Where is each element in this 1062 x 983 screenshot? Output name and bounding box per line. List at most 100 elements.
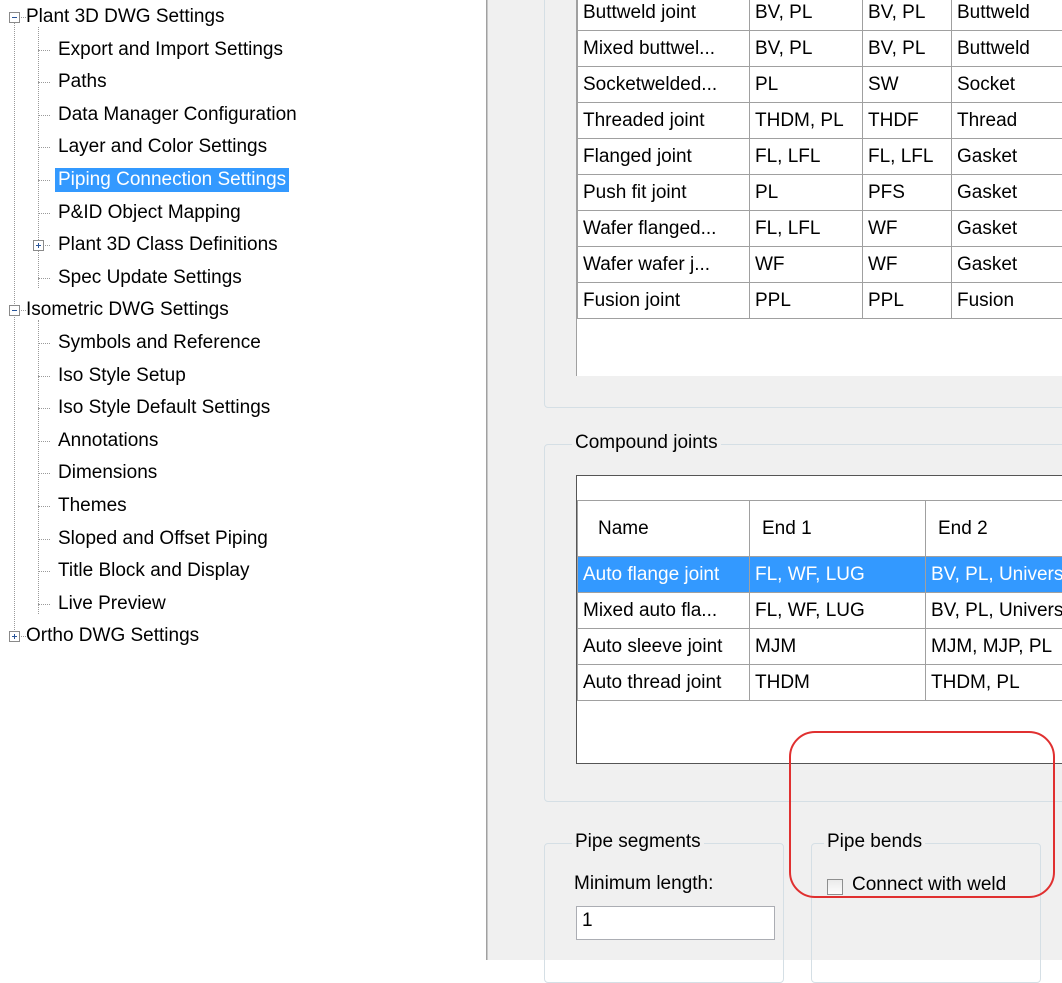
highlight-ring [789, 731, 1055, 898]
tree-item[interactable]: Paths [55, 69, 110, 95]
compound-joints-grid[interactable]: Name End 1 End 2 Auto flange jointFL, WF… [576, 475, 1062, 764]
table-cell[interactable]: Gasket [952, 175, 1062, 211]
expand-icon[interactable] [9, 631, 20, 642]
table-cell[interactable]: SW [863, 67, 952, 103]
table-row[interactable]: Auto thread jointTHDMTHDM, PL [578, 665, 1062, 701]
collapse-icon[interactable] [9, 305, 20, 316]
tree-item[interactable]: Iso Style Default Settings [55, 395, 273, 421]
table-cell[interactable]: Mixed buttwel... [578, 31, 750, 67]
table-cell[interactable]: Flanged joint [578, 139, 750, 175]
table-cell[interactable]: Wafer flanged... [578, 211, 750, 247]
tree-item[interactable]: Piping Connection Settings [55, 167, 289, 193]
tree-item[interactable]: Annotations [55, 428, 161, 454]
table-cell[interactable]: Thread [952, 103, 1062, 139]
tree-item[interactable]: Dimensions [55, 460, 160, 486]
tree-item[interactable]: Ortho DWG Settings [23, 623, 202, 649]
table-row[interactable]: Push fit jointPLPFSGasket [578, 175, 1062, 211]
table-cell[interactable]: FL, LFL [750, 139, 863, 175]
table-cell[interactable]: Mixed auto fla... [578, 593, 750, 629]
plus-stroke [14, 634, 15, 639]
table-cell[interactable]: MJM [750, 629, 926, 665]
tree-item[interactable]: Isometric DWG Settings [23, 297, 232, 323]
table-cell[interactable]: FL, LFL [863, 139, 952, 175]
table-cell[interactable]: Auto thread joint [578, 665, 750, 701]
table-cell[interactable]: FL, WF, LUG [750, 593, 926, 629]
table-cell[interactable]: Gasket [952, 211, 1062, 247]
table-cell[interactable]: BV, PL [750, 31, 863, 67]
table-row[interactable]: Buttweld jointBV, PLBV, PLButtweld [578, 0, 1062, 31]
tree-item[interactable]: Title Block and Display [55, 558, 252, 584]
table-cell[interactable]: PPL [863, 283, 952, 319]
tree-item[interactable]: Themes [55, 493, 130, 519]
column-header-end2[interactable]: End 2 [926, 501, 1062, 557]
table-row[interactable]: Auto sleeve jointMJMMJM, MJP, PL [578, 629, 1062, 665]
tree-connector [38, 539, 50, 540]
table-row[interactable]: Wafer flanged...FL, LFLWFGasket [578, 211, 1062, 247]
tree-item[interactable]: Plant 3D Class Definitions [55, 232, 281, 258]
table-cell[interactable]: WF [863, 247, 952, 283]
tree-item[interactable]: Spec Update Settings [55, 265, 245, 291]
table-row[interactable]: Flanged jointFL, LFLFL, LFLGasket [578, 139, 1062, 175]
minimum-length-input[interactable]: 1 [576, 906, 775, 940]
tree-item-label: Themes [55, 494, 130, 518]
tree-item[interactable]: Live Preview [55, 591, 169, 617]
column-header-name[interactable]: Name [578, 501, 750, 557]
table-cell[interactable]: THDM, PL [750, 103, 863, 139]
tree-item[interactable]: Symbols and Reference [55, 330, 264, 356]
tree-item[interactable]: Plant 3D DWG Settings [23, 4, 228, 30]
table-row[interactable]: Mixed auto fla...FL, WF, LUGBV, PL, Univ… [578, 593, 1062, 629]
table-row[interactable]: Socketwelded...PLSWSocket [578, 67, 1062, 103]
table-cell[interactable]: Socketwelded... [578, 67, 750, 103]
tree-item[interactable]: Sloped and Offset Piping [55, 526, 271, 552]
table-cell[interactable]: PL [750, 175, 863, 211]
table-row[interactable]: Auto flange jointFL, WF, LUGBV, PL, Univ… [578, 557, 1062, 593]
collapse-icon[interactable] [9, 12, 20, 23]
table-cell[interactable]: MJM, MJP, PL [926, 629, 1062, 665]
joints-grid[interactable]: Buttweld jointBV, PLBV, PLButtweldMixed … [576, 0, 1062, 376]
table-cell[interactable]: BV, PL [863, 0, 952, 31]
table-cell[interactable]: Buttweld [952, 31, 1062, 67]
table-cell[interactable]: Buttweld joint [578, 0, 750, 31]
table-cell[interactable]: WF [750, 247, 863, 283]
table-cell[interactable]: Auto flange joint [578, 557, 750, 593]
table-row[interactable]: Mixed buttwel...BV, PLBV, PLButtweld [578, 31, 1062, 67]
tree-item[interactable]: Iso Style Setup [55, 363, 189, 389]
table-cell[interactable]: PPL [750, 283, 863, 319]
settings-tree[interactable]: Plant 3D DWG Settings Export and Import S… [0, 0, 486, 960]
table-cell[interactable]: FL, WF, LUG [750, 557, 926, 593]
minus-stroke [12, 310, 17, 311]
table-cell[interactable]: THDM [750, 665, 926, 701]
table-cell[interactable]: Threaded joint [578, 103, 750, 139]
table-cell[interactable]: Fusion [952, 283, 1062, 319]
table-cell[interactable]: BV, PL [750, 0, 863, 31]
table-cell[interactable]: THDF [863, 103, 952, 139]
table-cell[interactable]: Fusion joint [578, 283, 750, 319]
tree-item[interactable]: P&ID Object Mapping [55, 200, 244, 226]
minus-stroke [12, 17, 17, 18]
table-cell[interactable]: WF [863, 211, 952, 247]
table-row[interactable]: Wafer wafer j...WFWFGasket [578, 247, 1062, 283]
tree-connector [38, 278, 50, 279]
tree-item[interactable]: Layer and Color Settings [55, 134, 270, 160]
table-cell[interactable]: Wafer wafer j... [578, 247, 750, 283]
table-row[interactable]: Threaded jointTHDM, PLTHDFThread [578, 103, 1062, 139]
table-cell[interactable]: PFS [863, 175, 952, 211]
column-header-end1[interactable]: End 1 [750, 501, 926, 557]
table-row[interactable]: Fusion jointPPLPPLFusion [578, 283, 1062, 319]
table-cell[interactable]: Socket [952, 67, 1062, 103]
table-cell[interactable]: BV, PL, Universal [926, 593, 1062, 629]
expand-icon[interactable] [33, 240, 44, 251]
table-cell[interactable]: Buttweld [952, 0, 1062, 31]
tree-connector [38, 82, 50, 83]
table-cell[interactable]: Gasket [952, 139, 1062, 175]
table-cell[interactable]: THDM, PL [926, 665, 1062, 701]
table-cell[interactable]: BV, PL [863, 31, 952, 67]
table-cell[interactable]: Push fit joint [578, 175, 750, 211]
tree-item[interactable]: Data Manager Configuration [55, 102, 300, 128]
table-cell[interactable]: FL, LFL [750, 211, 863, 247]
table-cell[interactable]: PL [750, 67, 863, 103]
tree-item[interactable]: Export and Import Settings [55, 37, 286, 63]
table-cell[interactable]: Auto sleeve joint [578, 629, 750, 665]
table-cell[interactable]: Gasket [952, 247, 1062, 283]
table-cell[interactable]: BV, PL, Universal [926, 557, 1062, 593]
